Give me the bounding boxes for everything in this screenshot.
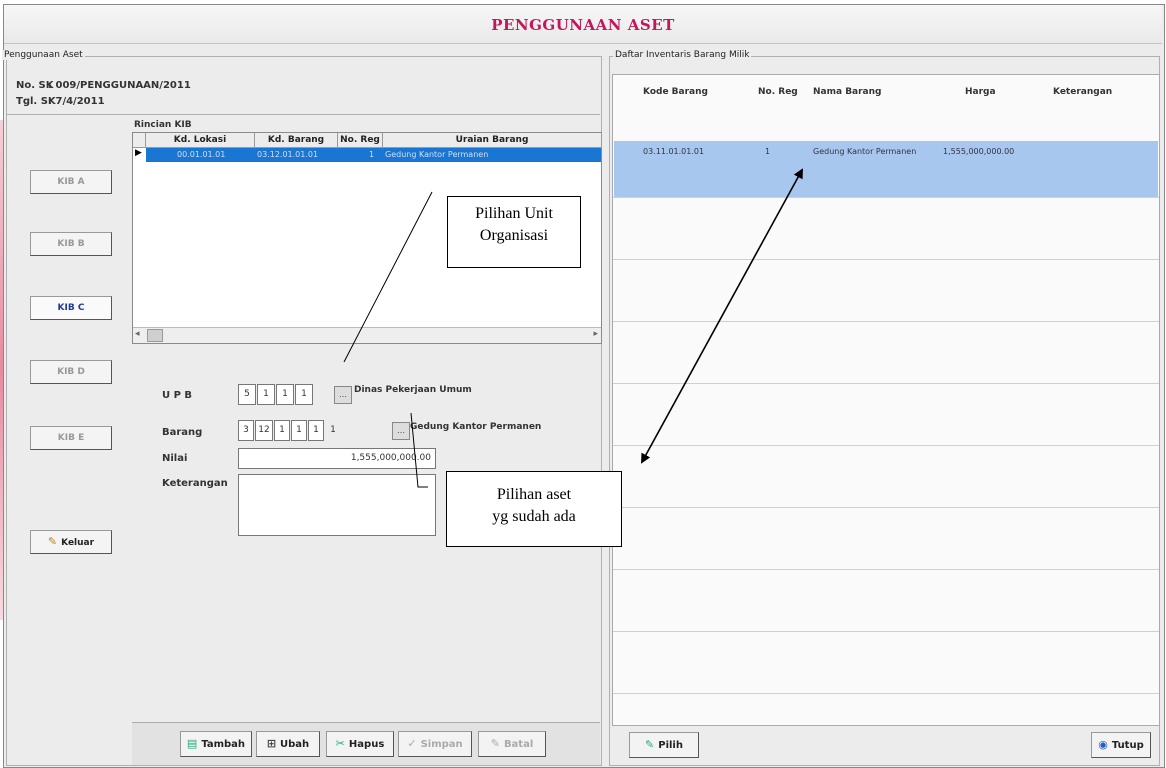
row-divider xyxy=(613,197,1159,198)
col-harga[interactable]: Harga xyxy=(965,87,996,97)
upb-field-1[interactable]: 5 xyxy=(238,384,256,405)
inventaris-grid: Kode Barang No. Reg Nama Barang Harga Ke… xyxy=(612,74,1160,726)
right-panel: Daftar Inventaris Barang Milik Kode Bara… xyxy=(609,50,1160,766)
no-sk-value: : 009/PENGGUNAAN/2011 xyxy=(48,80,191,91)
callout-text: Pilihan Unit xyxy=(475,205,553,222)
hapus-label: Hapus xyxy=(348,739,385,750)
hapus-button[interactable]: ✂ Hapus xyxy=(326,731,394,757)
col-kd-lokasi[interactable]: Kd. Lokasi xyxy=(146,133,255,148)
keluar-label: Keluar xyxy=(61,538,95,548)
callout-text: Pilihan aset xyxy=(496,486,572,503)
tambah-button[interactable]: ▤ Tambah xyxy=(180,731,252,757)
delete-icon: ✂ xyxy=(335,737,345,750)
callout-pilihan-aset: Pilihan aset yg sudah ada xyxy=(446,471,622,547)
tutup-button[interactable]: ◉ Tutup xyxy=(1091,732,1151,758)
table-cell: 00.01.01.01 xyxy=(177,150,226,159)
table-cell: Gedung Kantor Permanen xyxy=(385,150,489,159)
table-cell: 03.11.01.01.01 xyxy=(643,147,705,156)
barang-field-1[interactable]: 3 xyxy=(238,420,254,441)
nilai-label: Nilai xyxy=(162,453,188,464)
kib-e-button[interactable]: KIB E xyxy=(30,426,112,450)
col-kode-barang[interactable]: Kode Barang xyxy=(643,87,708,97)
simpan-button[interactable]: ✓ Simpan xyxy=(398,731,472,757)
upb-field-3[interactable]: 1 xyxy=(276,384,294,405)
penggunaan-aset-group-title: Penggunaan Aset xyxy=(2,50,85,60)
upb-label: U P B xyxy=(162,390,193,401)
keterangan-label: Keterangan xyxy=(162,478,228,489)
barang-field-6[interactable]: 1 xyxy=(325,420,341,441)
col-nama-barang[interactable]: Nama Barang xyxy=(813,87,881,97)
scroll-left-icon[interactable]: ◂ xyxy=(135,329,140,339)
row-divider xyxy=(613,569,1159,570)
upb-field-2[interactable]: 1 xyxy=(257,384,275,405)
upb-description: Dinas Pekerjaan Umum xyxy=(354,385,472,395)
nilai-input[interactable]: 1,555,000,000.00 xyxy=(238,448,436,469)
row-divider xyxy=(613,445,1159,446)
add-icon: ▤ xyxy=(186,737,198,750)
row-divider xyxy=(613,631,1159,632)
title-bar: PENGGUNAAN ASET xyxy=(4,5,1162,44)
kib-a-button[interactable]: KIB A xyxy=(30,170,112,194)
horizontal-scrollbar[interactable]: ◂ ▸ xyxy=(133,327,601,343)
cancel-icon: ✎ xyxy=(490,737,500,750)
simpan-label: Simpan xyxy=(420,739,463,750)
row-divider xyxy=(613,321,1159,322)
barang-label: Barang xyxy=(162,427,203,438)
row-divider xyxy=(613,507,1159,508)
barang-field-2[interactable]: 12 xyxy=(255,420,273,441)
callout-text: yg sudah ada xyxy=(492,508,576,525)
edit-icon: ⊞ xyxy=(266,737,277,750)
left-panel: Penggunaan Aset No. SK : 009/PENGGUNAAN/… xyxy=(2,50,602,766)
col-kd-barang[interactable]: Kd. Barang xyxy=(255,133,338,148)
toolbar: ▤ Tambah ⊞ Ubah ✂ Hapus ✓ Simpan ✎ Batal xyxy=(132,722,600,765)
callout-pilihan-unit: Pilihan Unit Organisasi xyxy=(447,196,581,268)
check-icon: ✓ xyxy=(407,737,417,750)
col-uraian-barang[interactable]: Uraian Barang xyxy=(383,133,602,148)
kib-b-button[interactable]: KIB B xyxy=(30,232,112,256)
col-keterangan[interactable]: Keterangan xyxy=(1053,87,1112,97)
barang-field-3[interactable]: 1 xyxy=(274,420,290,441)
table-cell: 1 xyxy=(765,147,771,156)
keluar-button[interactable]: ✎ Keluar xyxy=(30,530,112,554)
row-divider xyxy=(613,383,1159,384)
barang-field-4[interactable]: 1 xyxy=(291,420,307,441)
callout-text: Organisasi xyxy=(479,227,549,244)
rincian-title: Rincian KIB xyxy=(134,120,192,130)
window-title: PENGGUNAAN ASET xyxy=(491,16,675,34)
row-pointer-icon: ▶ xyxy=(135,148,142,158)
ubah-label: Ubah xyxy=(280,739,310,750)
select-icon: ✎ xyxy=(645,738,655,751)
tutup-label: Tutup xyxy=(1111,740,1144,751)
upb-lookup-button[interactable]: … xyxy=(334,386,352,404)
row-indicator-header xyxy=(133,133,146,148)
upb-field-4[interactable]: 1 xyxy=(295,384,313,405)
table-cell: 1,555,000,000.00 xyxy=(943,147,1015,156)
ubah-button[interactable]: ⊞ Ubah xyxy=(256,731,320,757)
divider xyxy=(6,114,600,115)
table-cell: 03.12.01.01.01 xyxy=(257,150,319,159)
close-icon: ◉ xyxy=(1098,738,1108,751)
barang-description: Gedung Kantor Permanen xyxy=(410,422,542,432)
batal-label: Batal xyxy=(503,739,534,750)
tgl-sk-value: : 7/4/2011 xyxy=(48,96,105,107)
batal-button[interactable]: ✎ Batal xyxy=(478,731,546,757)
kib-d-button[interactable]: KIB D xyxy=(30,360,112,384)
table-cell: 1 xyxy=(369,150,375,159)
kib-c-button[interactable]: KIB C xyxy=(30,296,112,320)
table-cell: Gedung Kantor Permanen xyxy=(813,147,917,156)
col-no-reg[interactable]: No. Reg xyxy=(758,87,798,97)
keterangan-input[interactable] xyxy=(238,474,436,536)
col-no-reg[interactable]: No. Reg xyxy=(338,133,383,148)
scroll-thumb[interactable] xyxy=(147,329,163,342)
row-divider xyxy=(613,259,1159,260)
row-divider xyxy=(613,693,1159,694)
scroll-right-icon[interactable]: ▸ xyxy=(593,329,598,339)
exit-icon: ✎ xyxy=(47,535,58,548)
pilih-button[interactable]: ✎ Pilih xyxy=(629,732,699,758)
tambah-label: Tambah xyxy=(201,739,246,750)
barang-lookup-button[interactable]: … xyxy=(392,422,410,440)
barang-field-5[interactable]: 1 xyxy=(308,420,324,441)
daftar-inventaris-title: Daftar Inventaris Barang Milik xyxy=(613,50,752,60)
pilih-label: Pilih xyxy=(658,740,683,751)
